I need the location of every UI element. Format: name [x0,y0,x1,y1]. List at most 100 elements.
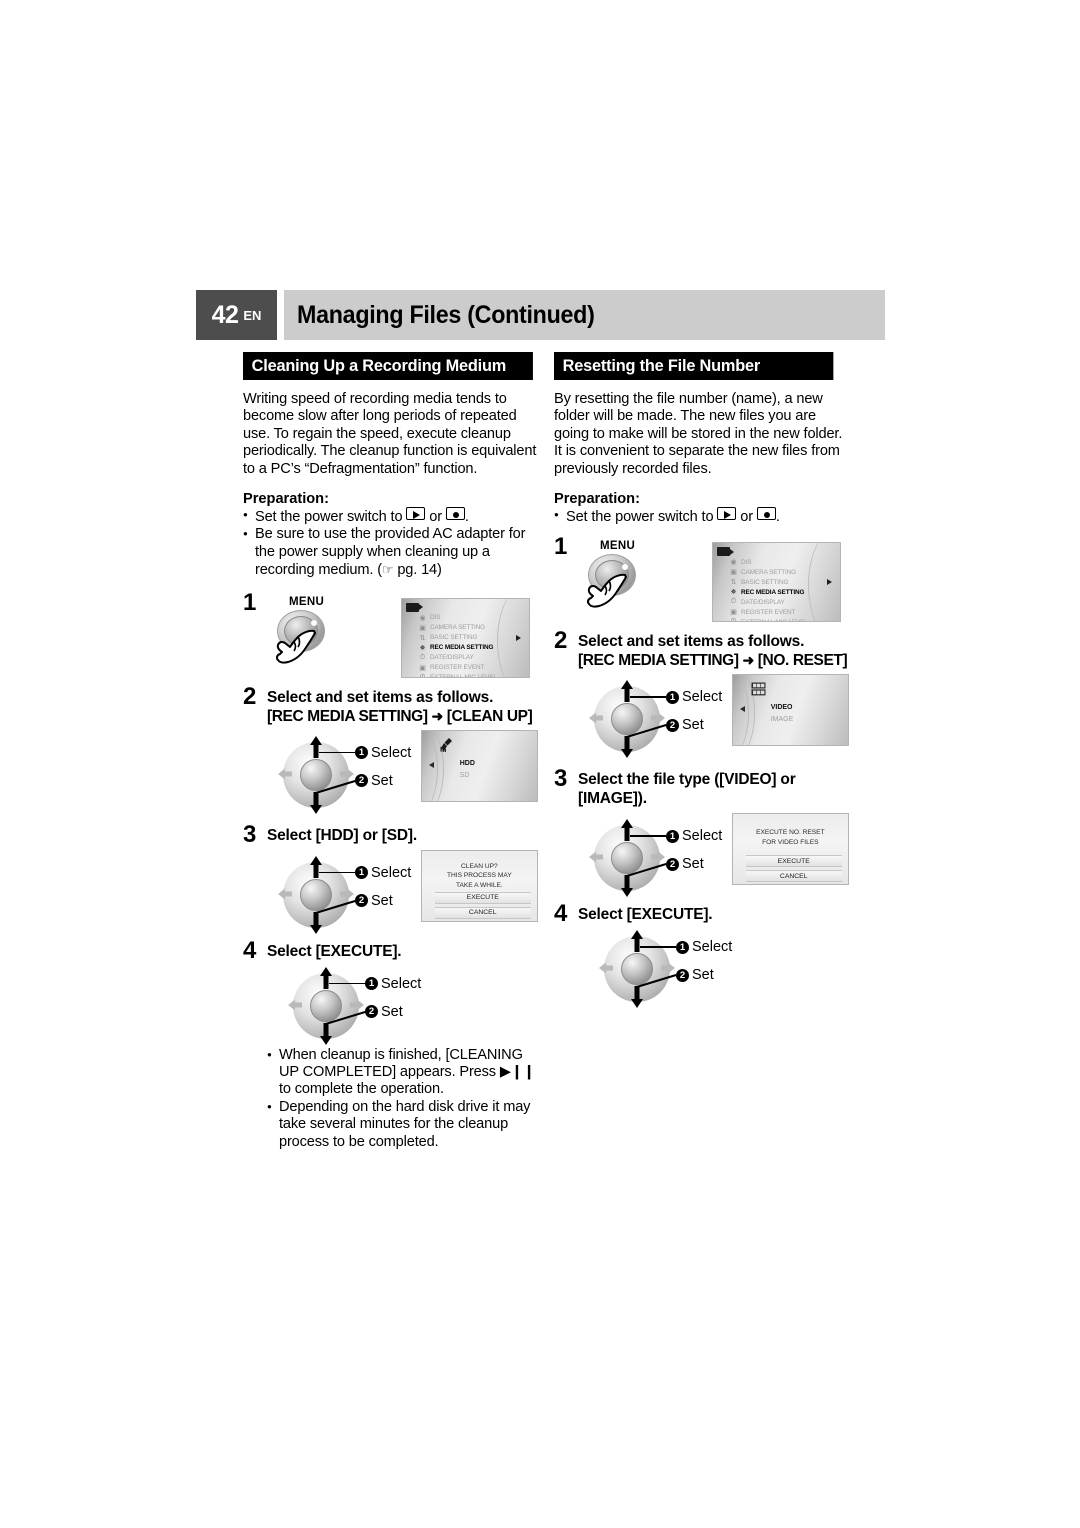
arrow-down-icon[interactable] [309,911,323,934]
arrow-up-icon[interactable] [620,680,634,703]
menu-button-illustration[interactable]: MENU [578,540,698,612]
joystick-illustration[interactable]: 1 Select 2 Set [578,680,732,759]
dialog-line-2: THIS PROCESS MAY [446,872,512,880]
register-event-icon: ▣ [730,609,737,617]
arrow-right-icon[interactable] [651,712,665,724]
arrow-down-icon[interactable] [319,1022,333,1045]
joystick[interactable] [589,819,665,898]
joystick-illustration[interactable]: 1 Select 2 Set [578,819,732,898]
left-preparation-label: Preparation: [243,491,329,508]
step-number: 2 [243,682,257,710]
file-type-option-image[interactable]: IMAGE [771,716,794,723]
camcorder-mode-icon [406,602,423,612]
step-marker-2: 2 [355,774,368,788]
media-option-hdd[interactable]: HDD [460,760,475,767]
joystick[interactable] [288,966,364,1045]
arrow-right-icon[interactable] [651,851,665,863]
arrow-up-icon[interactable] [319,966,333,989]
arrow-left-icon[interactable] [589,851,603,863]
cancel-button[interactable]: CANCEL [745,870,842,883]
play-key-icon [717,507,737,521]
arrow-down-icon[interactable] [620,875,634,898]
cancel-button[interactable]: CANCEL [434,906,531,919]
joystick-set-label: 2 Set [355,893,393,909]
list-item: Depending on the hard disk drive it may … [267,1098,538,1151]
step-heading: Select [EXECUTE]. [578,906,713,924]
menu-item-label: DIS [430,614,441,622]
set-text: Set [381,1003,403,1020]
external-mic-level-icon: ⏼ [419,673,426,678]
step-heading: Select and set items as follows. [267,688,494,706]
execute-button[interactable]: EXECUTE [745,855,842,868]
dialog-line-1: EXECUTE NO. RESET [756,829,825,837]
arrow-right-icon[interactable] [340,888,354,900]
arrow-right-icon[interactable] [340,768,354,780]
right-step-1: 1 MENU ◉ DIS ▣ CAMERA SETTING ⇅ BASIC SE… [554,533,849,623]
left-step-2: 2 Select and set items as follows. [REC … [243,683,538,814]
joystick-illustration[interactable]: 1 Select 2 Set [267,855,421,934]
arrow-left-icon[interactable] [589,712,603,724]
joystick-center-button[interactable] [300,878,332,911]
right-preparation-label: Preparation: [554,491,640,508]
rec-media-setting-icon: ✵ [730,589,737,597]
joystick[interactable] [278,735,354,814]
left-step-4: 4 Select [EXECUTE]. 1 Select 2 Set ● Whe… [243,937,538,1151]
step-marker-2: 2 [355,894,368,908]
menu-button-illustration[interactable]: MENU [267,596,387,668]
file-type-option-video[interactable]: VIDEO [771,704,793,711]
joystick-illustration[interactable]: 1 Select 2 Set [267,735,421,814]
arrow-left-icon[interactable] [278,768,292,780]
joystick-set-label: 2 Set [365,1004,403,1020]
menu-item-label: REGISTER EVENT [741,608,796,616]
arrow-left-icon[interactable] [278,888,292,900]
section-title-resetting: Resetting the File Number [554,352,834,380]
arrow-down-icon[interactable] [630,986,644,1009]
media-option-sd[interactable]: SD [460,772,470,779]
play-pause-icon: ▶❙❙ [499,1064,536,1081]
step-marker-1: 1 [666,690,679,704]
arrow-right-icon[interactable] [661,962,675,974]
arrow-down-icon[interactable] [309,791,323,814]
set-text: Set [371,772,393,789]
arrow-right-icon[interactable] [350,999,364,1011]
list-item: Be sure to use the provided AC adapter f… [243,525,538,579]
joystick[interactable] [278,855,354,934]
menu-path-to: [NO. RESET] [757,652,848,670]
arrow-left-icon[interactable] [288,999,302,1011]
left-notes-list: When cleanup is finished, [CLEANING UP C… [267,1046,538,1151]
list-item: Set the power switch to or . [243,506,538,526]
screen-curve-decoration [497,598,529,677]
joystick-illustration[interactable]: 1 Select 2 Set [588,930,768,1009]
set-text: Set [682,856,704,873]
arrow-down-icon[interactable] [620,736,634,759]
arrow-up-icon[interactable] [620,819,634,842]
joystick-center-button[interactable] [310,989,342,1022]
step-number: 1 [554,533,568,561]
list-item: Set the power switch to or . [554,506,849,526]
joystick-illustration[interactable]: 1 Select 2 Set [277,966,457,1045]
left-column: Cleaning Up a Recording Medium Writing s… [243,352,538,1151]
joystick[interactable] [589,680,665,759]
joystick-set-label: 2 Set [355,773,393,789]
step-subheading: [REC MEDIA SETTING] ➜ [CLEAN UP] [267,707,538,726]
step-number: 2 [554,627,568,655]
menu-item-label: DIS [741,558,752,566]
prep-text-post: . [775,509,780,526]
arrow-left-icon[interactable] [599,962,613,974]
dis-icon: ◉ [730,559,737,567]
arrow-up-icon[interactable] [630,930,644,953]
joystick-center-button[interactable] [300,758,332,791]
dialog-message: CLEAN UP? THIS PROCESS MAY TAKE A WHILE. [422,862,537,891]
arrow-up-icon[interactable] [309,735,323,758]
pointing-hand-ref-icon: ☞ [381,562,394,578]
arrow-up-icon[interactable] [309,855,323,878]
section-title-cleaning: Cleaning Up a Recording Medium [243,352,533,380]
joystick[interactable] [599,930,675,1009]
execute-button[interactable]: EXECUTE [434,891,531,904]
dialog-line-3: TAKE A WHILE. [455,881,503,889]
set-text: Set [371,892,393,909]
select-text: Select [682,828,723,845]
menu-path-from: [REC MEDIA SETTING] [578,652,739,670]
menu-item-label: BASIC SETTING [430,634,478,642]
dialog-line-1: CLEAN UP? [461,862,498,870]
